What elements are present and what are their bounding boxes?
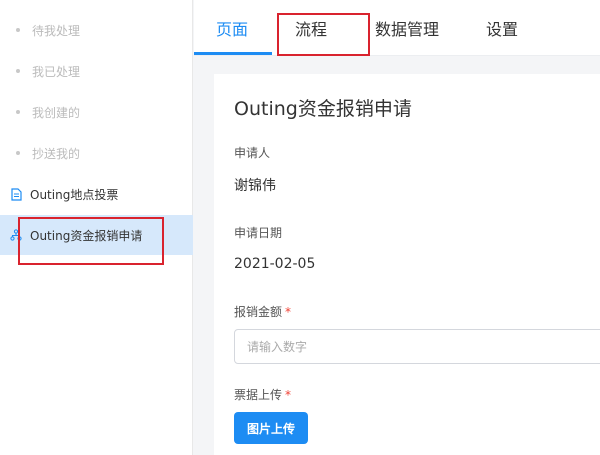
applicant-value: 谢锦伟 <box>234 178 276 194</box>
sidebar-item-label: 我已处理 <box>32 64 81 79</box>
sidebar-item-cc[interactable]: 抄送我的 <box>0 133 193 173</box>
bullet-icon <box>16 28 20 32</box>
image-upload-button[interactable]: 图片上传 <box>234 412 308 444</box>
sidebar-item-label: Outing资金报销申请 <box>30 228 143 243</box>
applicant-label: 申请人 <box>234 146 271 160</box>
receipt-label-text: 票据上传 <box>234 388 283 402</box>
required-mark: * <box>285 388 292 402</box>
amount-label: 报销金额 * <box>234 303 291 320</box>
flow-icon <box>10 228 22 242</box>
date-value: 2021-02-05 <box>234 256 316 272</box>
required-mark: * <box>285 305 292 319</box>
document-icon <box>10 187 22 201</box>
amount-label-text: 报销金额 <box>234 305 283 319</box>
sidebar-item-expense-request[interactable]: Outing资金报销申请 <box>0 215 193 255</box>
sidebar-item-label: 待我处理 <box>32 23 81 38</box>
sidebar-item-label: 抄送我的 <box>32 146 81 161</box>
sidebar-item-pending[interactable]: 待我处理 <box>0 10 193 50</box>
sidebar-item-label: Outing地点投票 <box>30 187 119 202</box>
tab-page[interactable]: 页面 <box>216 0 248 56</box>
bullet-icon <box>16 69 20 73</box>
tab-settings[interactable]: 设置 <box>486 0 518 56</box>
date-label: 申请日期 <box>234 226 283 240</box>
sidebar: 待我处理 我已处理 我创建的 抄送我的 Outing地点投票 Outing资金报… <box>0 0 193 455</box>
active-tab-indicator <box>194 52 272 55</box>
sidebar-item-processed[interactable]: 我已处理 <box>0 51 193 91</box>
tab-process[interactable]: 流程 <box>295 0 327 56</box>
receipt-label: 票据上传 * <box>234 386 291 403</box>
sidebar-item-label: 我创建的 <box>32 105 81 120</box>
top-tab-bar: 页面 流程 数据管理 设置 <box>194 0 600 56</box>
form-title: Outing资金报销申请 <box>234 98 412 120</box>
sidebar-item-location-vote[interactable]: Outing地点投票 <box>0 174 193 214</box>
bullet-icon <box>16 151 20 155</box>
sidebar-item-created[interactable]: 我创建的 <box>0 92 193 132</box>
form-card: Outing资金报销申请 申请人 谢锦伟 申请日期 2021-02-05 报销金… <box>214 74 600 455</box>
amount-input[interactable] <box>234 329 600 364</box>
tab-data-management[interactable]: 数据管理 <box>375 0 439 56</box>
bullet-icon <box>16 110 20 114</box>
